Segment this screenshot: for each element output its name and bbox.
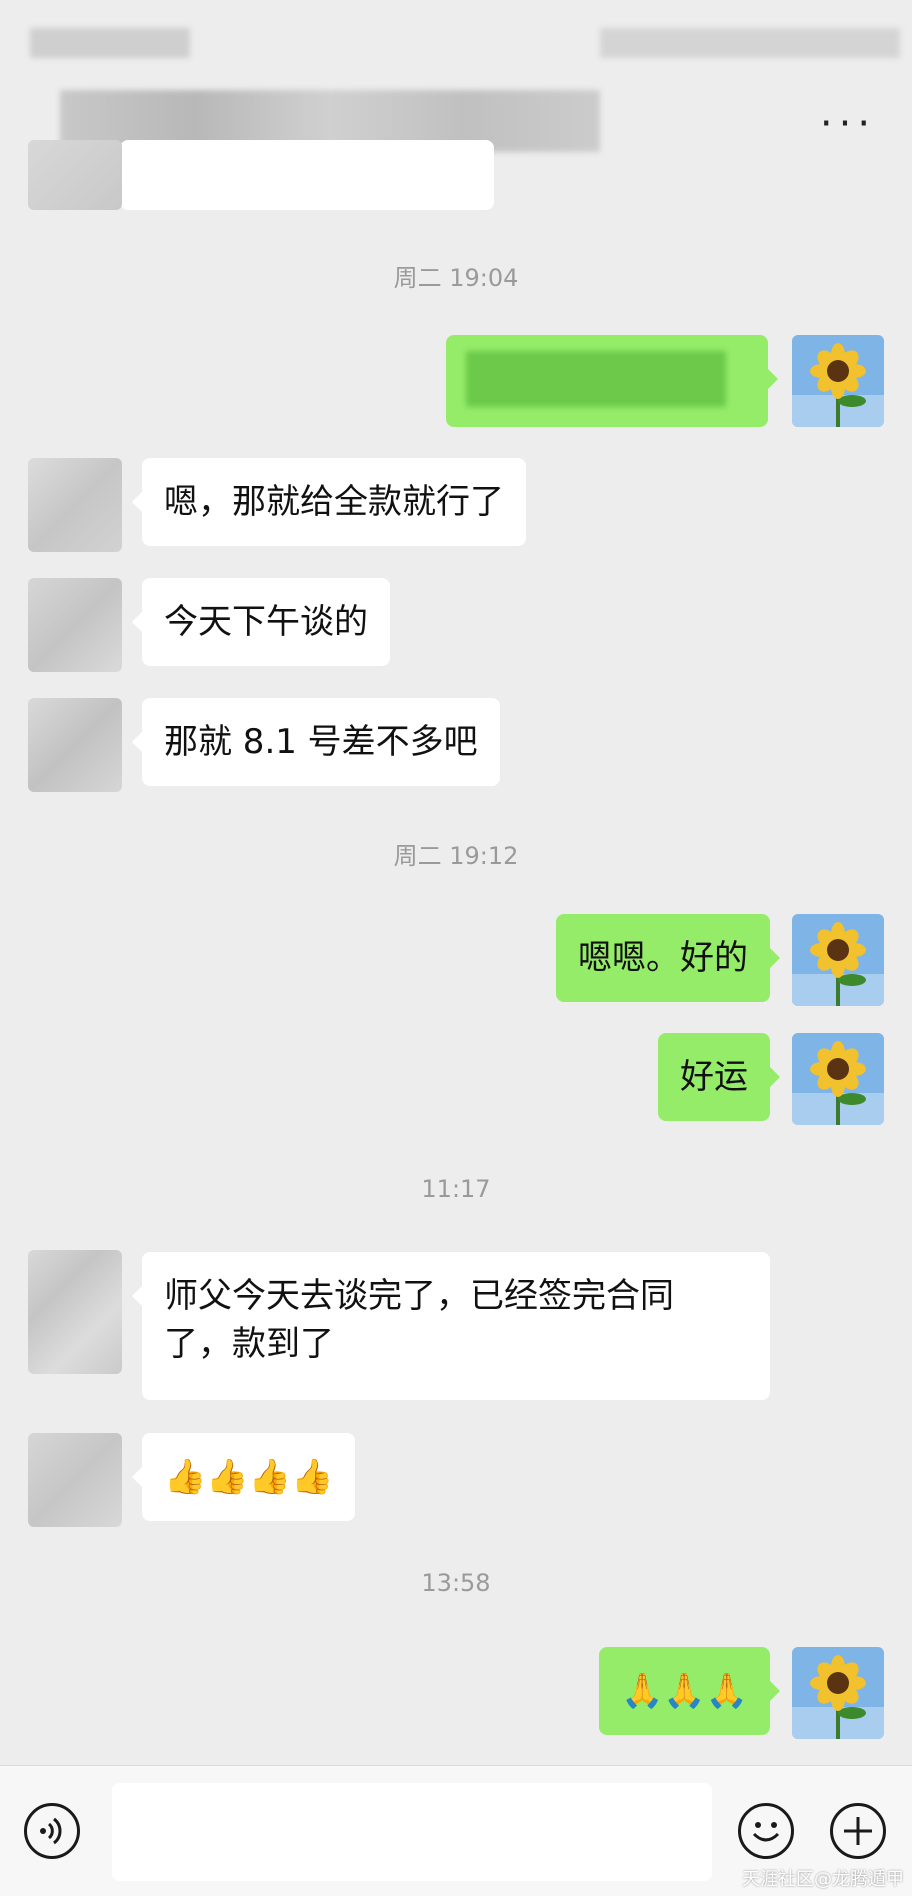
sunflower-icon: [792, 335, 884, 427]
smile-glyph: [752, 1822, 780, 1842]
message-bubble: 那就 8.1 号差不多吧: [132, 698, 500, 786]
message-bubble: 好运: [658, 1033, 780, 1121]
avatar-blurred[interactable]: [28, 140, 122, 210]
sunflower-icon: [792, 914, 884, 1006]
timestamp: 周二 19:12: [393, 842, 519, 870]
avatar-sunflower[interactable]: [792, 1033, 884, 1125]
message-bubble: 🙏🙏🙏: [598, 1647, 781, 1735]
voice-icon[interactable]: [24, 1803, 80, 1859]
avatar-blurred[interactable]: [28, 578, 122, 672]
plus-glyph: [844, 1817, 872, 1845]
avatar-sunflower[interactable]: [792, 914, 884, 1006]
message-input[interactable]: [112, 1783, 712, 1881]
avatar-blurred[interactable]: [28, 698, 122, 792]
avatar-blurred[interactable]: [28, 1433, 122, 1527]
message-bubble: 嗯，那就给全款就行了: [132, 458, 526, 546]
watermark: 天涯社区@龙腾遁甲: [742, 1869, 904, 1890]
avatar-sunflower[interactable]: [792, 335, 884, 427]
message-bubble: 今天下午谈的: [132, 578, 390, 666]
message-bubble: 👍👍👍👍: [131, 1433, 356, 1521]
message-bubble: 嗯嗯。好的: [556, 914, 780, 1002]
avatar-sunflower[interactable]: [792, 1647, 884, 1739]
plus-icon[interactable]: [830, 1803, 886, 1859]
avatar-blurred[interactable]: [28, 1250, 122, 1374]
message-bubble: 师父今天去谈完了，已经签完合同 了，款到了: [132, 1252, 770, 1400]
blurred-status-right: [600, 28, 900, 58]
avatar-blurred[interactable]: [28, 458, 122, 552]
blurred-status-left: [30, 28, 190, 58]
timestamp: 11:17: [421, 1175, 491, 1203]
sunflower-icon: [792, 1647, 884, 1739]
timestamp: 13:58: [421, 1569, 491, 1597]
message-bubble-blurred: [446, 335, 778, 427]
more-icon[interactable]: ···: [818, 104, 878, 144]
timestamp: 周二 19:04: [393, 264, 519, 292]
voice-glyph: [40, 1817, 62, 1845]
sunflower-icon: [792, 1033, 884, 1125]
message-bubble-partial: [110, 140, 494, 210]
emoji-icon[interactable]: [738, 1803, 794, 1859]
blurred-message-content: [466, 351, 726, 407]
